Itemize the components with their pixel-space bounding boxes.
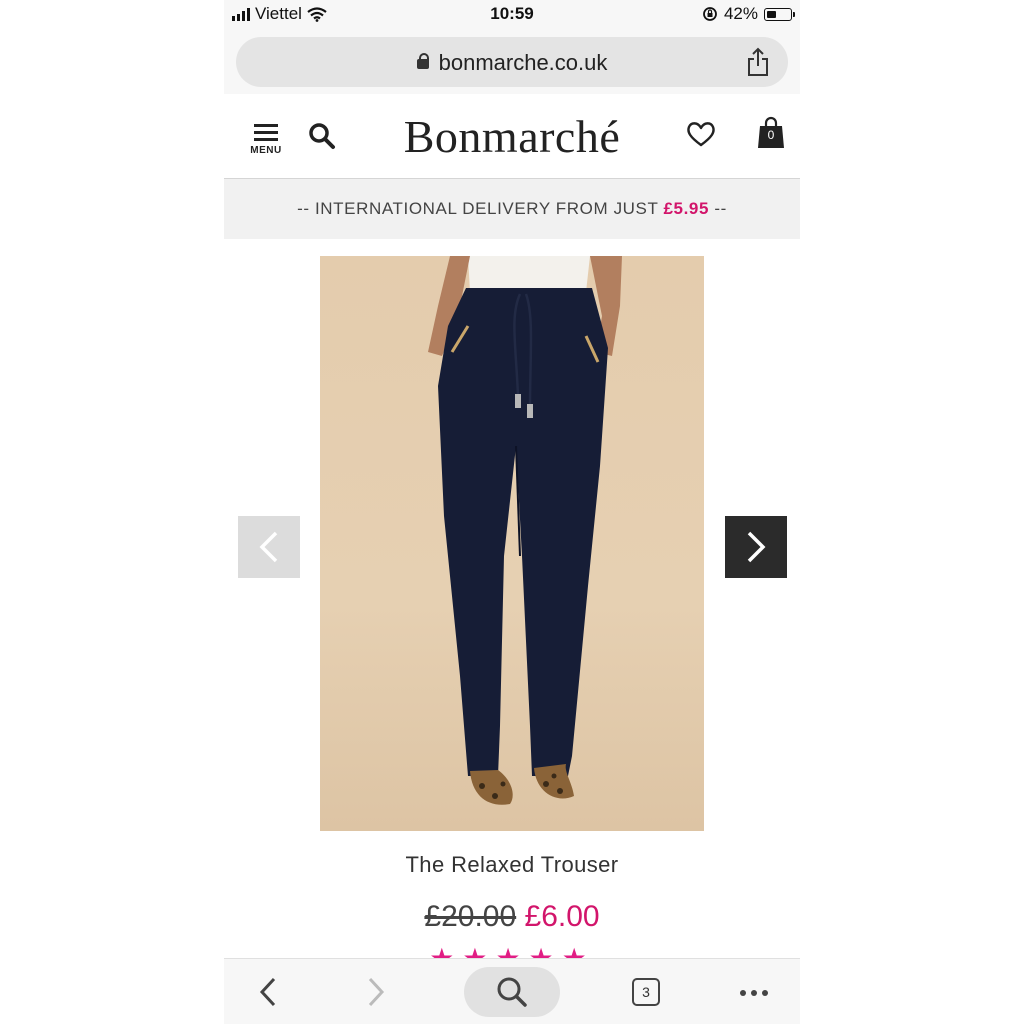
chevron-left-icon [259,531,278,563]
bag-count: 0 [767,128,775,142]
shopping-bag-icon[interactable]: 0 [756,116,786,150]
product-title[interactable]: The Relaxed Trouser [224,852,800,878]
phone-screen: Viettel 10:59 42% bonmarche.co.uk MENU B… [224,0,800,1024]
search-icon [497,977,527,1007]
url-text: bonmarche.co.uk [438,50,608,75]
delivery-banner: -- INTERNATIONAL DELIVERY FROM JUST £5.9… [224,179,800,239]
more-options-button[interactable] [724,959,784,1024]
address-bar[interactable]: bonmarche.co.uk [236,37,788,87]
product-image[interactable] [320,256,704,831]
battery-percent: 42% [723,4,758,23]
toolbar-search-button[interactable] [464,967,560,1017]
battery-icon [764,7,795,21]
back-button[interactable] [238,959,298,1024]
banner-suffix: -- [709,199,727,218]
wishlist-heart-icon[interactable] [686,120,716,148]
original-price: £20.00 [424,900,517,933]
lock-icon [416,53,429,69]
chevron-right-icon [368,977,385,1007]
banner-price: £5.95 [663,199,710,218]
banner-text: -- INTERNATIONAL DELIVERY FROM JUST [297,199,664,218]
forward-button[interactable] [346,959,406,1024]
browser-toolbar: 3 [224,958,800,1024]
tabs-button[interactable]: 3 [616,959,676,1024]
chevron-right-icon [747,531,766,563]
sale-price: £6.00 [524,900,600,933]
next-image-button[interactable] [725,516,787,578]
product-price: £20.00 £6.00 [224,900,800,934]
status-bar: Viettel 10:59 42% [224,0,800,30]
rotation-lock-icon [703,7,717,21]
tabs-count: 3 [632,978,660,1006]
chevron-left-icon [259,977,276,1007]
more-dots-icon [738,983,771,1001]
site-header: MENU Bonmarché 0 [224,94,800,179]
previous-image-button[interactable] [238,516,300,578]
share-icon[interactable] [746,47,770,77]
browser-address-area: bonmarche.co.uk [224,30,800,94]
